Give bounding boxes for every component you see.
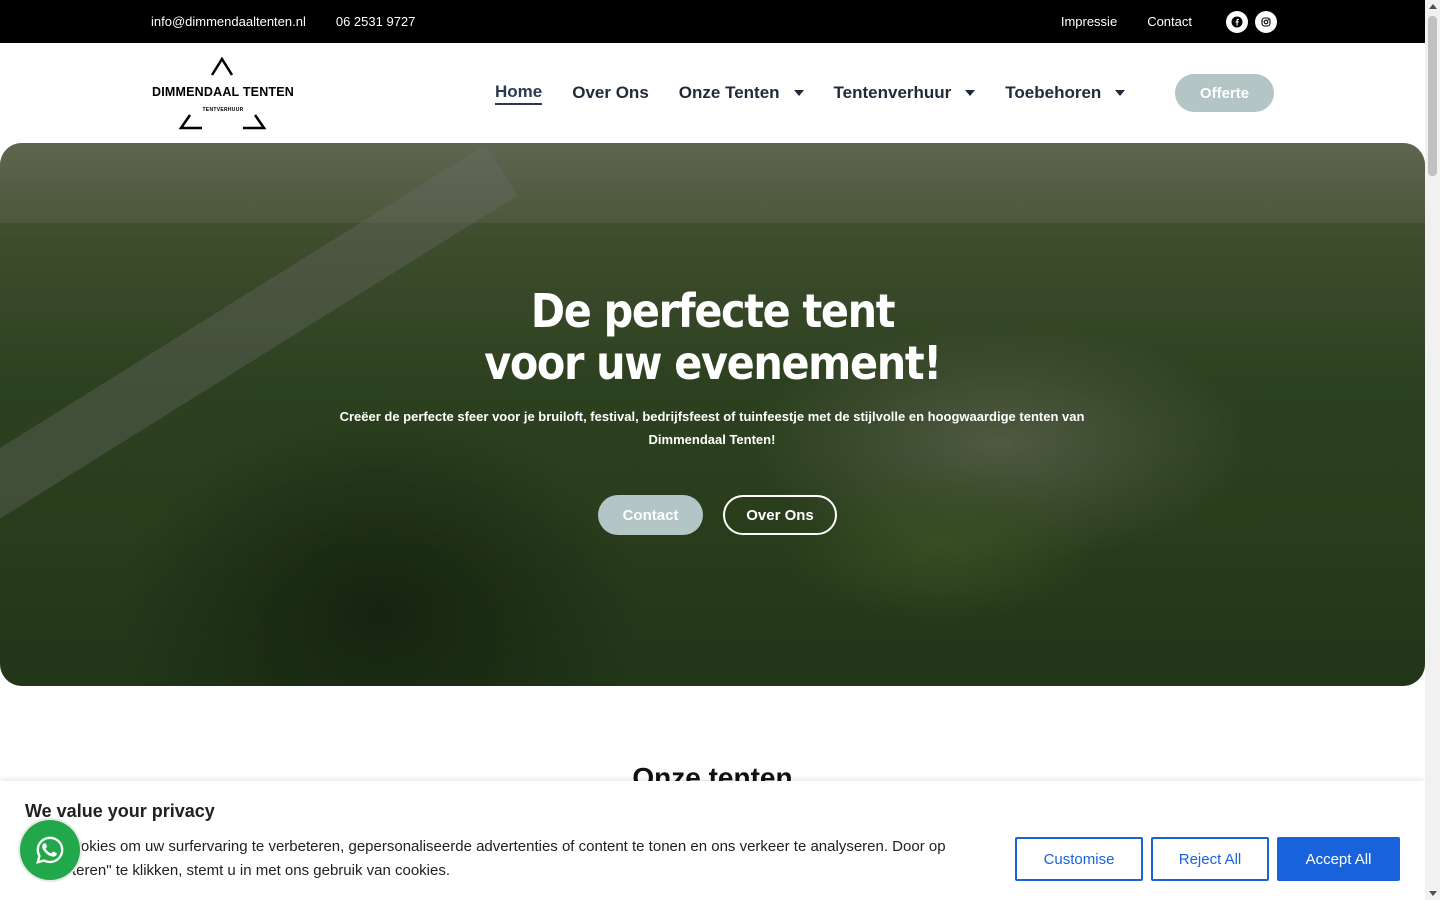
nav-label: Over Ons — [572, 83, 649, 102]
caret-down-icon[interactable] — [965, 90, 976, 96]
page-scrollbar[interactable] — [1425, 0, 1440, 900]
nav-item-tentenverhuur[interactable]: Tentenverhuur — [834, 78, 976, 108]
hero-contact-button[interactable]: Contact — [598, 495, 703, 535]
nav-label: Toebehoren — [1005, 83, 1102, 102]
impressie-link[interactable]: Impressie — [1061, 14, 1117, 29]
phone-link[interactable]: 06 2531 9727 — [336, 14, 416, 29]
reject-all-button[interactable]: Reject All — [1151, 837, 1269, 881]
cookie-text: uiken cookies om uw surfervaring te verb… — [25, 838, 946, 879]
customise-button[interactable]: Customise — [1015, 837, 1143, 881]
hero-title-line2: voor uw evenement! — [484, 336, 942, 390]
contact-link[interactable]: Contact — [1147, 14, 1192, 29]
scroll-down-arrow-icon[interactable] — [1429, 891, 1437, 896]
accept-all-button[interactable]: Accept All — [1277, 837, 1400, 881]
nav-item-over-ons[interactable]: Over Ons — [572, 78, 649, 108]
hero-section: De perfecte tent voor uw evenement! Creë… — [0, 143, 1425, 686]
nav-label: Home — [495, 82, 543, 105]
facebook-icon[interactable] — [1226, 10, 1248, 33]
top-bar: info@dimmendaaltenten.nl 06 2531 9727 Im… — [0, 0, 1425, 43]
logo-subtitle: TENTVERHUUR — [202, 107, 244, 113]
nav-item-onze-tenten[interactable]: Onze Tenten — [679, 78, 804, 108]
logo[interactable]: DIMMENDAAL TENTEN TENTVERHUUR — [150, 55, 296, 131]
offerte-button[interactable]: Offerte — [1175, 74, 1274, 112]
site-header: DIMMENDAAL TENTEN TENTVERHUUR Home Over … — [0, 43, 1425, 143]
whatsapp-button-inner — [20, 820, 80, 880]
hero-buttons: Contact Over Ons — [598, 495, 837, 535]
nav-item-home[interactable]: Home — [495, 78, 543, 108]
scrollbar-thumb[interactable] — [1428, 16, 1437, 176]
logo-title: DIMMENDAAL TENTEN — [151, 85, 295, 99]
nav-label: Onze Tenten — [678, 83, 780, 102]
top-bar-links: Impressie Contact — [1061, 0, 1277, 43]
whatsapp-button[interactable] — [18, 818, 82, 882]
caret-down-icon[interactable] — [793, 90, 804, 96]
hero-over-ons-button[interactable]: Over Ons — [723, 495, 837, 535]
whatsapp-icon — [36, 836, 64, 864]
instagram-icon[interactable] — [1255, 10, 1277, 33]
nav-label: Tentenverhuur — [833, 83, 952, 102]
email-link[interactable]: info@dimmendaaltenten.nl — [151, 14, 306, 29]
nav-item-toebehoren[interactable]: Toebehoren — [1005, 78, 1126, 108]
hero-title-line1: De perfecte tent — [530, 284, 896, 338]
hero-title: De perfecte tent voor uw evenement! — [71, 285, 1354, 389]
caret-down-icon[interactable] — [1115, 90, 1126, 96]
main-nav: Home Over Ons Onze Tenten Tentenverhuur … — [495, 43, 1155, 143]
top-bar-contact: info@dimmendaaltenten.nl 06 2531 9727 — [151, 0, 415, 43]
cookie-banner: We value your privacy uiken cookies om u… — [0, 781, 1425, 900]
hero-subtitle: Creëer de perfecte sfeer voor je bruilof… — [339, 409, 1085, 447]
scroll-up-arrow-icon[interactable] — [1429, 4, 1437, 9]
